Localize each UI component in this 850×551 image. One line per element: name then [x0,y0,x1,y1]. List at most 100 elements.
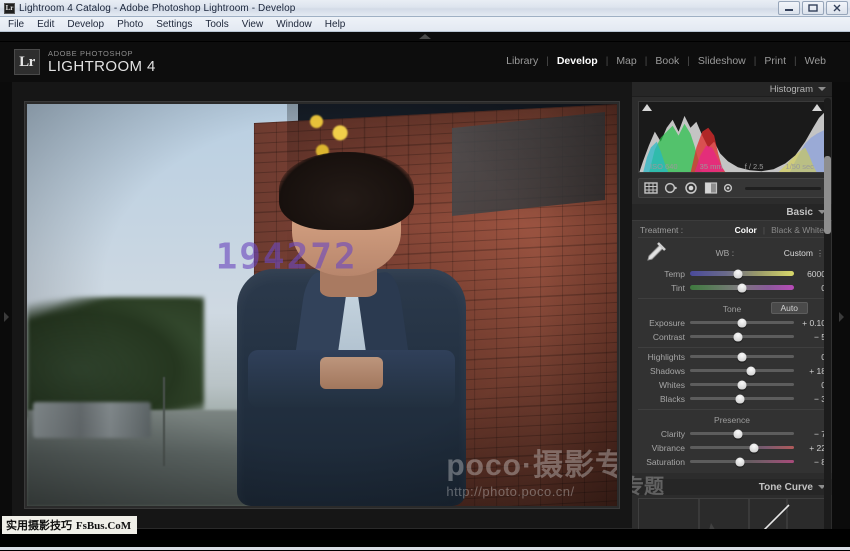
maximize-icon [807,3,819,13]
highlights-value[interactable]: 0 [794,352,826,362]
right-panel-scrollbar[interactable] [824,98,831,538]
red-eye-button[interactable] [683,181,698,195]
app-icon: Lr [4,3,15,14]
menu-develop[interactable]: Develop [67,19,104,30]
menu-photo[interactable]: Photo [117,19,143,30]
vibrance-slider[interactable] [690,446,794,449]
treatment-bw-option[interactable]: Black & White [771,225,824,235]
saturation-label: Saturation [638,457,690,467]
whites-slider[interactable] [690,383,794,386]
spot-removal-button[interactable] [663,181,678,195]
white-balance-label: WB : [716,248,734,258]
module-map[interactable]: Map [608,55,644,67]
clarity-slider-row: Clarity − 7 [638,427,826,440]
highlights-slider[interactable] [690,355,794,358]
identity-text: ADOBE PHOTOSHOP LIGHTROOM 4 [48,50,156,74]
menu-file[interactable]: File [8,19,24,30]
saturation-knob[interactable] [735,457,744,466]
clarity-label: Clarity [638,429,690,439]
identity-plate[interactable]: Lr ADOBE PHOTOSHOP LIGHTROOM 4 [0,49,156,75]
poco-watermark-url: http://photo.poco.cn/ [446,485,617,498]
right-panel-edge[interactable] [832,82,850,551]
white-balance-value[interactable]: Custom ⋮ [784,248,824,258]
basic-panel: Basic Treatment : Color | Black & White [632,204,832,473]
blacks-slider[interactable] [690,397,794,400]
shadows-slider[interactable] [690,369,794,372]
exposure-knob[interactable] [738,318,747,327]
histogram-title: Histogram [770,84,813,95]
chevron-down-icon[interactable] [818,87,826,91]
photo-frame: 194272 poco·摄影专题 http://photo.poco.cn/ [25,102,619,508]
tint-slider-row: Tint 0 [638,281,826,294]
contrast-knob[interactable] [733,332,742,341]
blacks-value[interactable]: − 3 [794,394,826,404]
photo-image[interactable]: 194272 poco·摄影专题 http://photo.poco.cn/ [27,104,617,506]
highlights-knob[interactable] [738,352,747,361]
collapse-top-panel-icon[interactable] [419,34,431,39]
auto-tone-button[interactable]: Auto [771,302,809,314]
menu-edit[interactable]: Edit [37,19,54,30]
treatment-separator: | [763,225,765,235]
saturation-value[interactable]: − 8 [794,457,826,467]
exposure-value[interactable]: + 0.10 [794,318,826,328]
contrast-value[interactable]: − 5 [794,332,826,342]
shadows-knob[interactable] [747,366,756,375]
contrast-slider[interactable] [690,335,794,338]
exposure-slider-row: Exposure + 0.10 [638,316,826,329]
minimize-icon [783,3,795,13]
module-develop[interactable]: Develop [549,55,606,67]
expand-left-panel-icon[interactable] [4,312,9,322]
whites-slider-row: Whites 0 [638,378,826,391]
stepper-icon[interactable]: ⋮ [816,249,824,258]
left-panel-collapsed[interactable] [0,82,12,551]
scrollbar-thumb[interactable] [824,156,831,234]
menu-view[interactable]: View [242,19,264,30]
adjustment-brush-button[interactable] [723,181,738,195]
clarity-value[interactable]: − 7 [794,429,826,439]
menu-help[interactable]: Help [325,19,346,30]
blacks-knob[interactable] [735,394,744,403]
whites-knob[interactable] [738,380,747,389]
expand-right-panel-icon[interactable] [839,312,844,322]
close-button[interactable] [826,1,848,15]
whites-label: Whites [638,380,690,390]
histogram-header[interactable]: Histogram [632,82,832,97]
exposure-slider[interactable] [690,321,794,324]
temp-value[interactable]: 6000 [794,269,826,279]
module-book[interactable]: Book [647,55,687,67]
shadows-value[interactable]: + 18 [794,366,826,376]
highlight-clipping-icon[interactable] [812,104,822,111]
graduated-filter-button[interactable] [703,181,718,195]
saturation-slider[interactable] [690,460,794,463]
basic-panel-header[interactable]: Basic [632,204,832,220]
window-bottom-edge [0,547,850,550]
tint-knob[interactable] [738,283,747,292]
minimize-button[interactable] [778,1,800,15]
module-library[interactable]: Library [498,55,546,67]
brush-size-slider[interactable] [745,187,821,190]
image-canvas[interactable]: 194272 poco·摄影专题 http://photo.poco.cn/ [12,82,632,528]
temp-slider[interactable] [690,271,794,276]
module-print[interactable]: Print [756,55,794,67]
histogram-panel[interactable]: ISO 640 35 mm f / 2.5 1/50 sec [638,101,826,173]
clarity-slider[interactable] [690,432,794,435]
module-web[interactable]: Web [797,55,834,67]
whites-value[interactable]: 0 [794,380,826,390]
menu-settings[interactable]: Settings [156,19,192,30]
tint-slider[interactable] [690,285,794,290]
identity-title: LIGHTROOM 4 [48,59,156,74]
tint-value[interactable]: 0 [794,283,826,293]
white-balance-selector-button[interactable] [640,242,666,264]
menu-tools[interactable]: Tools [205,19,228,30]
crop-overlay-button[interactable] [643,181,658,195]
shadow-clipping-icon[interactable] [642,104,652,111]
vibrance-knob[interactable] [750,443,759,452]
module-slideshow[interactable]: Slideshow [690,55,754,67]
treatment-color-option[interactable]: Color [735,225,757,235]
vibrance-value[interactable]: + 22 [794,443,826,453]
temp-knob[interactable] [733,269,742,278]
clarity-knob[interactable] [733,429,742,438]
menu-window[interactable]: Window [276,19,312,30]
maximize-button[interactable] [802,1,824,15]
tone-curve-header[interactable]: Tone Curve [632,479,832,495]
